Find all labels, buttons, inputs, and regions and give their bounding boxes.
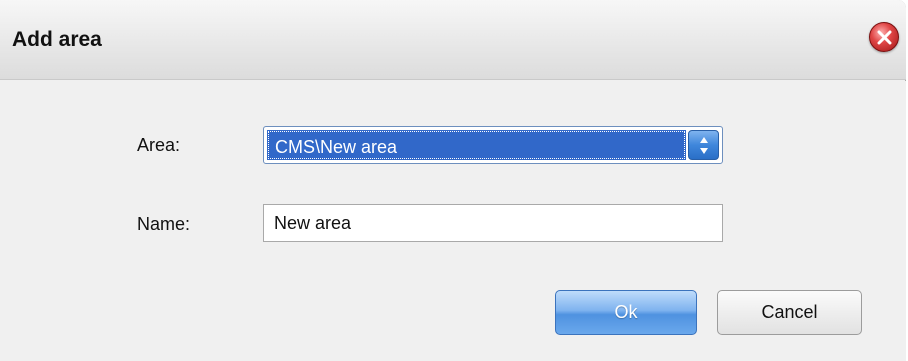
area-select-value: CMS\New area [275,137,398,157]
ok-button[interactable]: Ok [555,290,697,335]
title-bar[interactable]: Add area [0,0,906,80]
cancel-button[interactable]: Cancel [717,290,862,335]
add-area-dialog: Add area Area: CMS\New area Name: Ok Can… [0,0,906,361]
close-button[interactable] [869,22,899,52]
area-select[interactable]: CMS\New area [263,126,723,164]
up-down-arrows-icon [700,137,708,154]
close-icon [877,30,892,45]
dialog-title: Add area [12,28,102,51]
select-arrows-button[interactable] [688,130,719,160]
name-label: Name: [137,214,191,234]
area-label: Area: [137,135,181,155]
area-select-highlight: CMS\New area [267,130,686,160]
name-input[interactable] [263,204,723,242]
